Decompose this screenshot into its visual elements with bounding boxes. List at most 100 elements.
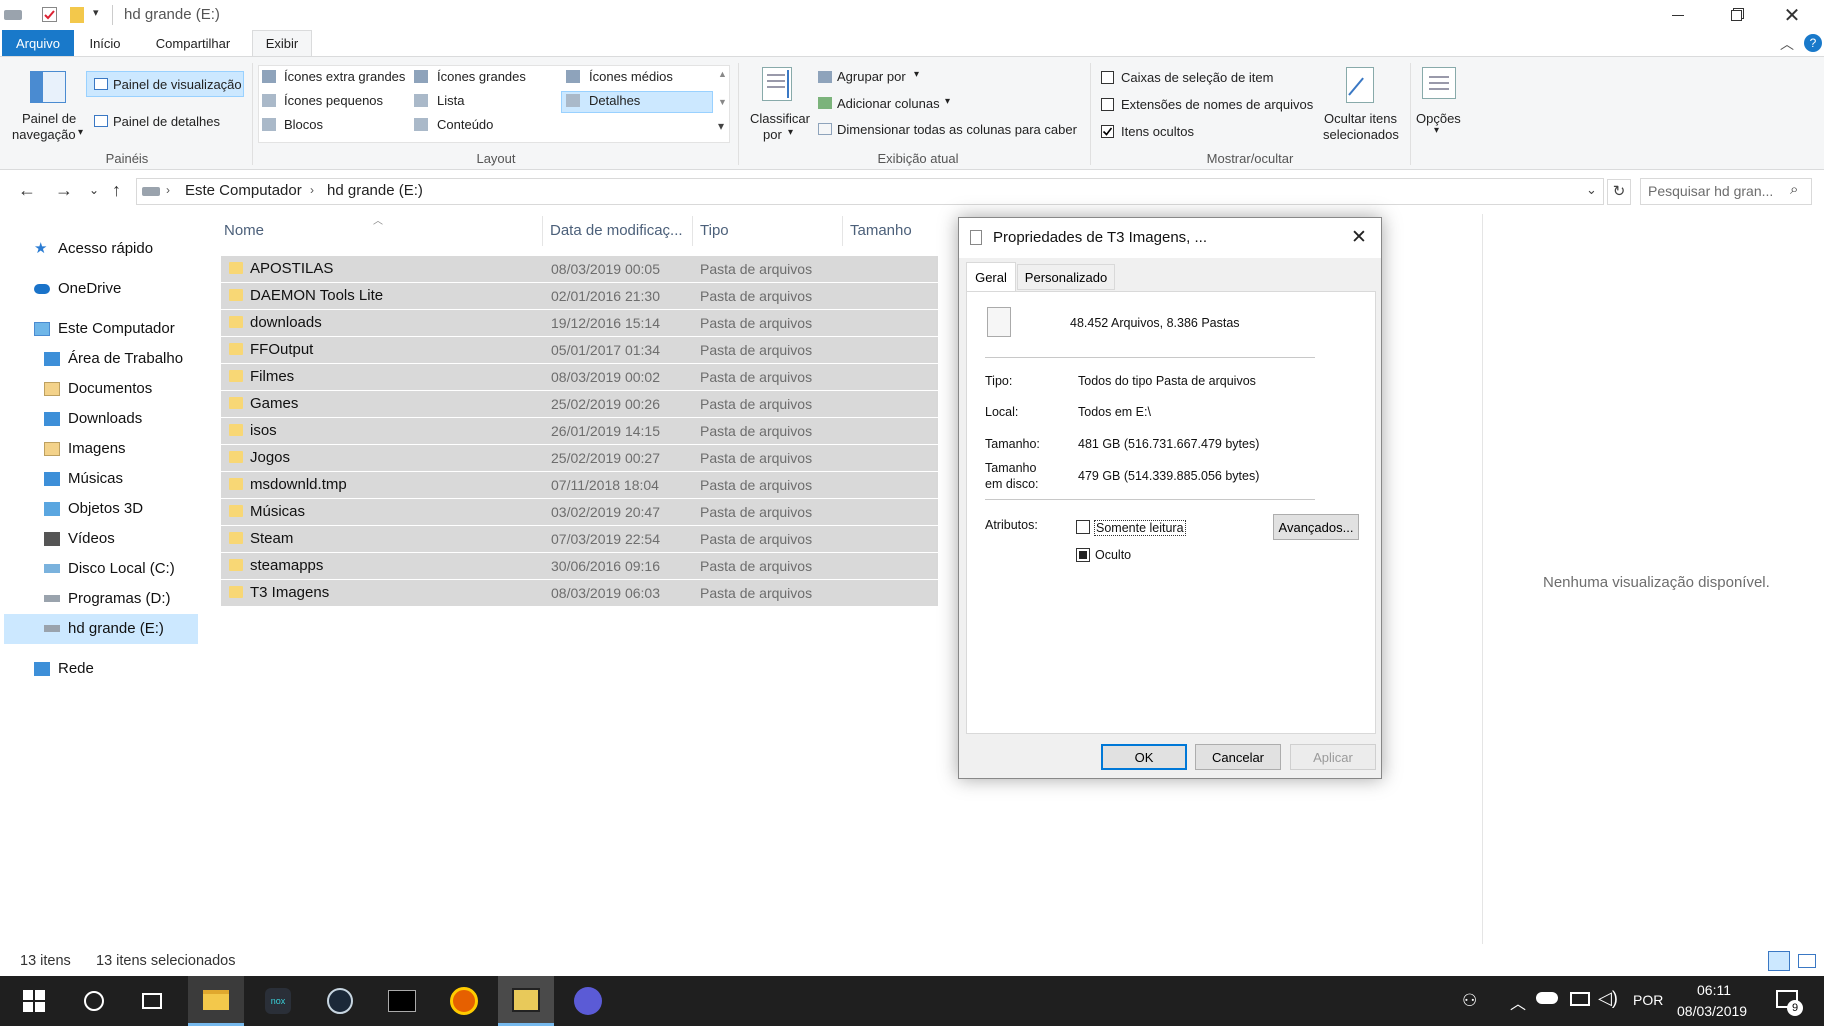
tab-inicio[interactable]: Início xyxy=(80,30,130,56)
sort-by-label-2[interactable]: por xyxy=(763,127,782,142)
volume-icon[interactable]: ◁) xyxy=(1598,988,1618,1009)
nav-pane-label-1[interactable]: Painel de xyxy=(22,111,76,126)
forward-button[interactable]: → xyxy=(55,180,73,201)
up-button[interactable]: ↑ xyxy=(112,180,121,201)
start-button[interactable] xyxy=(6,976,62,1026)
large-icons-view-icon[interactable] xyxy=(1798,954,1816,968)
steam-taskbar[interactable] xyxy=(312,976,368,1026)
details-view-icon[interactable] xyxy=(1768,951,1790,971)
tab-exibir[interactable]: Exibir xyxy=(252,30,312,56)
language-indicator[interactable]: POR xyxy=(1633,992,1663,1008)
table-row[interactable]: FFOutput 05/01/2017 01:34 Pasta de arquivo… xyxy=(221,337,938,363)
firefox-taskbar[interactable] xyxy=(436,976,492,1026)
column-header-data[interactable]: Data de modificaç... xyxy=(550,222,683,239)
table-row[interactable]: downloads 19/12/2016 15:14 Pasta de arquiv… xyxy=(221,310,938,336)
tab-personalizado[interactable]: Personalizado xyxy=(1017,264,1115,290)
people-icon[interactable]: ⚇ xyxy=(1462,991,1477,1011)
cortana-button[interactable] xyxy=(66,976,122,1026)
table-row[interactable]: DAEMON Tools Lite 02/01/2016 21:30 Pasta d… xyxy=(221,283,938,309)
add-columns-dropdown-icon[interactable]: ▾ xyxy=(945,96,950,107)
address-dropdown-icon[interactable]: ⌄ xyxy=(1586,182,1597,198)
table-row[interactable]: Jogos 25/02/2019 00:27 Pasta de arquivos xyxy=(221,445,938,471)
task-view-button[interactable] xyxy=(124,976,180,1026)
hidden-items-checkbox[interactable] xyxy=(1101,125,1114,138)
layout-details[interactable]: Detalhes xyxy=(589,93,640,108)
recent-locations-icon[interactable]: ⌄ xyxy=(89,183,99,197)
video-app-taskbar[interactable] xyxy=(498,976,554,1026)
nav-pane-dropdown-icon[interactable]: ▾ xyxy=(78,127,83,138)
column-header-nome[interactable]: Nome xyxy=(224,222,264,239)
nav-disco-local-c[interactable]: Disco Local (C:) xyxy=(44,560,175,577)
refresh-icon[interactable]: ↻ xyxy=(1607,179,1631,205)
table-row[interactable]: Steam 07/03/2019 22:54 Pasta de arquivos xyxy=(221,526,938,552)
nav-acesso-rapido[interactable]: ★ Acesso rápido xyxy=(34,240,153,257)
properties-icon[interactable] xyxy=(42,7,57,22)
table-row[interactable]: T3 Imagens 08/03/2019 06:03 Pasta de arqui… xyxy=(221,580,938,606)
file-explorer-taskbar[interactable] xyxy=(188,976,244,1026)
dialog-close-button[interactable]: ✕ xyxy=(1351,226,1367,249)
options-button[interactable]: Opções xyxy=(1416,111,1461,126)
layout-list[interactable]: Lista xyxy=(437,93,464,108)
chevron-right-icon[interactable]: › xyxy=(310,183,314,197)
nav-hd-grande-e[interactable]: hd grande (E:) xyxy=(44,620,164,637)
help-icon[interactable]: ? xyxy=(1804,34,1822,52)
item-checkboxes-checkbox[interactable] xyxy=(1101,71,1114,84)
cancel-button[interactable]: Cancelar xyxy=(1195,744,1281,770)
readonly-checkbox[interactable] xyxy=(1076,520,1090,534)
breadcrumb-este-computador[interactable]: Este Computador xyxy=(185,182,302,199)
column-divider[interactable] xyxy=(692,216,693,246)
table-row[interactable]: steamapps 30/06/2016 09:16 Pasta de arquiv… xyxy=(221,553,938,579)
table-row[interactable]: APOSTILAS 08/03/2019 00:05 Pasta de arquiv… xyxy=(221,256,938,282)
close-button[interactable]: ✕ xyxy=(1766,0,1818,30)
preview-divider[interactable] xyxy=(1482,214,1483,944)
clock-date[interactable]: 08/03/2019 xyxy=(1677,1003,1747,1019)
fit-columns-button[interactable]: Dimensionar todas as colunas para caber xyxy=(837,122,1077,137)
chevron-right-icon[interactable]: › xyxy=(166,183,170,197)
layout-small[interactable]: Ícones pequenos xyxy=(284,93,383,108)
layout-large[interactable]: Ícones grandes xyxy=(437,69,526,84)
layout-extra-large[interactable]: Ícones extra grandes xyxy=(284,69,405,84)
nav-documentos[interactable]: Documentos xyxy=(44,380,152,397)
layout-medium[interactable]: Ícones médios xyxy=(589,69,673,84)
gallery-up-icon[interactable]: ▲ xyxy=(718,69,727,79)
search-icon[interactable]: ⌕ xyxy=(1790,181,1798,198)
sort-by-dropdown-icon[interactable]: ▾ xyxy=(788,127,793,138)
gallery-down-icon[interactable]: ▼ xyxy=(718,97,727,107)
nox-taskbar[interactable]: nox xyxy=(250,976,306,1026)
advanced-button[interactable]: Avançados... xyxy=(1273,514,1359,540)
new-folder-icon[interactable] xyxy=(70,7,84,23)
customize-quick-access-icon[interactable]: ▾ xyxy=(93,6,99,19)
hide-selected-label-2[interactable]: selecionados xyxy=(1323,127,1399,142)
apply-button[interactable]: Aplicar xyxy=(1290,744,1376,770)
clock-time[interactable]: 06:11 xyxy=(1697,982,1731,998)
nav-pane-label-2[interactable]: navegação xyxy=(12,127,76,142)
table-row[interactable]: msdownld.tmp 07/11/2018 18:04 Pasta de arq… xyxy=(221,472,938,498)
tab-compartilhar[interactable]: Compartilhar xyxy=(146,30,240,56)
cloud-icon[interactable] xyxy=(1536,992,1558,1004)
table-row[interactable]: Filmes 08/03/2019 00:02 Pasta de arquivos xyxy=(221,364,938,390)
add-columns-button[interactable]: Adicionar colunas xyxy=(837,96,940,111)
column-divider[interactable] xyxy=(842,216,843,246)
nav-area-de-trabalho[interactable]: Área de Trabalho xyxy=(44,350,183,367)
column-divider[interactable] xyxy=(542,216,543,246)
minimize-button[interactable] xyxy=(1652,0,1704,30)
nav-imagens[interactable]: Imagens xyxy=(44,440,126,457)
gallery-expand-icon[interactable]: ▾ xyxy=(718,119,724,133)
table-row[interactable]: isos 26/01/2019 14:15 Pasta de arquivos xyxy=(221,418,938,444)
hidden-checkbox[interactable] xyxy=(1076,548,1090,562)
nav-este-computador[interactable]: Este Computador xyxy=(34,320,175,337)
nav-downloads[interactable]: Downloads xyxy=(44,410,142,427)
terminal-taskbar[interactable] xyxy=(374,976,430,1026)
tab-geral[interactable]: Geral xyxy=(966,262,1016,292)
extensions-checkbox[interactable] xyxy=(1101,98,1114,111)
sort-by-label-1[interactable]: Classificar xyxy=(750,111,810,126)
network-icon[interactable] xyxy=(1570,992,1590,1006)
group-by-button[interactable]: Agrupar por xyxy=(837,69,906,84)
bittorrent-taskbar[interactable] xyxy=(560,976,616,1026)
details-pane-button[interactable]: Painel de detalhes xyxy=(113,114,220,129)
nav-musicas[interactable]: Músicas xyxy=(44,470,123,487)
column-header-tamanho[interactable]: Tamanho xyxy=(850,222,912,239)
ok-button[interactable]: OK xyxy=(1101,744,1187,770)
column-header-tipo[interactable]: Tipo xyxy=(700,222,729,239)
minimize-ribbon-icon[interactable]: ︿ xyxy=(1780,34,1794,54)
